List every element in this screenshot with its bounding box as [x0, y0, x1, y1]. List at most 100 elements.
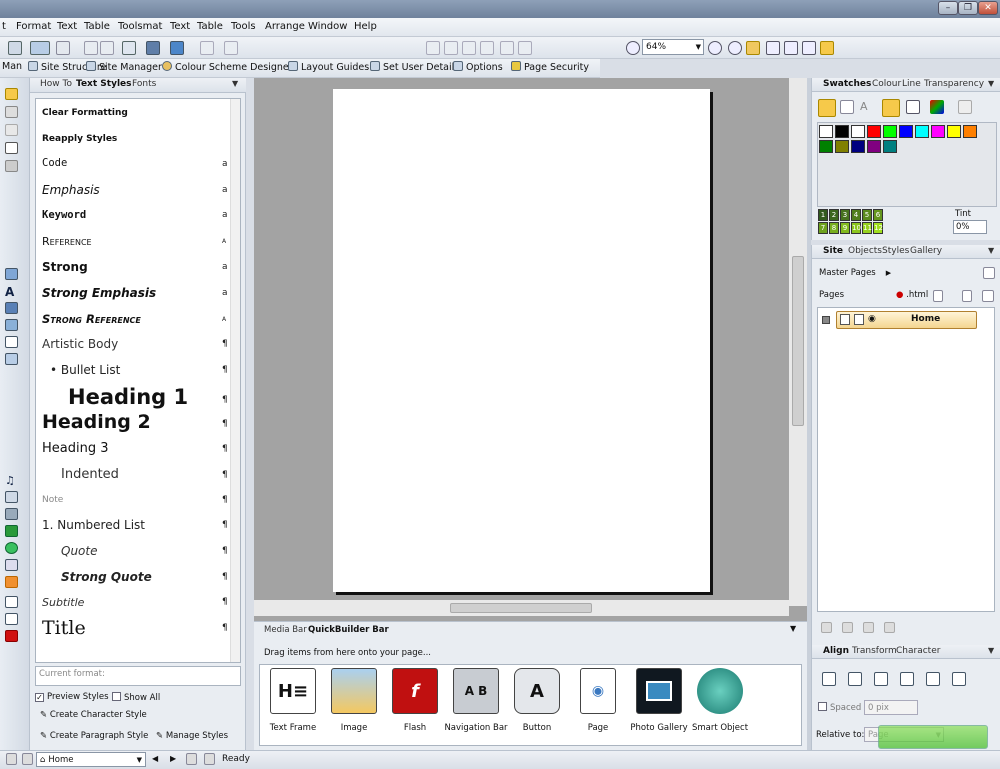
add-master-page-icon[interactable]: [983, 267, 995, 279]
tint-swatch[interactable]: 9: [840, 222, 850, 234]
current-format-field[interactable]: Current format:: [35, 666, 241, 686]
search-icon[interactable]: [5, 559, 18, 571]
show-all-checkbox[interactable]: Show All: [112, 692, 160, 703]
tab-transparency[interactable]: Transparency: [924, 79, 984, 89]
page-action-icon[interactable]: [863, 622, 874, 633]
quickbuilder-item[interactable]: f Flash: [383, 668, 447, 733]
colour-swatch[interactable]: [931, 125, 945, 138]
style-item[interactable]: Clear Formatting: [42, 108, 217, 118]
create-character-style-button[interactable]: ✎ Create Character Style: [40, 710, 147, 720]
group-icon[interactable]: [462, 41, 476, 55]
scroll-thumb[interactable]: [792, 256, 804, 426]
options-button[interactable]: Options: [453, 61, 503, 73]
style-item[interactable]: Reference a: [42, 235, 226, 248]
colour-swatch[interactable]: [819, 125, 833, 138]
cutout-tool-icon[interactable]: [5, 160, 18, 172]
page-layout-icon[interactable]: [186, 753, 197, 765]
zoom-field[interactable]: 64% ▼: [642, 39, 704, 55]
style-item[interactable]: Strong a: [42, 260, 228, 274]
text-tool-icon[interactable]: A: [5, 285, 18, 299]
quickbuilder-item[interactable]: ◉ Page: [566, 668, 630, 733]
restore-button[interactable]: ❐: [958, 1, 978, 15]
site-manager-button[interactable]: Site Manager: [86, 61, 162, 73]
style-item[interactable]: Heading 3 ¶: [42, 441, 228, 456]
text-colour-icon[interactable]: A: [860, 100, 874, 114]
horizontal-scrollbar[interactable]: [254, 600, 789, 616]
colour-swatch[interactable]: [851, 125, 865, 138]
zoom-actual-icon[interactable]: [820, 41, 834, 55]
colour-swatch[interactable]: [851, 140, 865, 153]
quickbuilder-item[interactable]: Photo Gallery: [627, 668, 691, 733]
menu-window[interactable]: Window: [308, 21, 347, 32]
button-tool-icon[interactable]: [5, 302, 18, 314]
master-page-icon[interactable]: [204, 753, 215, 765]
menu-format[interactable]: Format: [16, 21, 51, 32]
page-security-button[interactable]: Page Security: [511, 61, 589, 73]
zoom-out-icon[interactable]: [626, 41, 640, 55]
style-item[interactable]: Subtitle ¶: [42, 596, 228, 609]
page-list-icon[interactable]: [982, 290, 994, 302]
pointer-tool-icon[interactable]: [5, 124, 18, 136]
tint-swatch[interactable]: 8: [829, 222, 839, 234]
rss-icon[interactable]: [5, 576, 18, 588]
copy-icon[interactable]: [56, 41, 70, 55]
tab-objects[interactable]: Objects: [848, 246, 882, 256]
page-properties-icon[interactable]: [962, 290, 972, 302]
crop-tool-icon[interactable]: [5, 142, 18, 154]
record-icon[interactable]: [5, 630, 18, 642]
style-item[interactable]: Code a: [42, 157, 227, 169]
style-item[interactable]: Strong Emphasis a: [42, 286, 228, 300]
quickbuilder-item[interactable]: H≡ Text Frame: [261, 668, 325, 733]
menu-arrange[interactable]: Arrange: [265, 21, 305, 32]
zoom-width-icon[interactable]: [784, 41, 798, 55]
minimize-button[interactable]: –: [938, 1, 958, 15]
quickbuilder-item[interactable]: Smart Object: [688, 668, 752, 733]
menu-text-2[interactable]: Text: [170, 21, 190, 32]
tab-align[interactable]: Align: [823, 646, 849, 656]
panel-menu-icon[interactable]: ▼: [232, 79, 238, 88]
colour-swatch[interactable]: [867, 140, 881, 153]
tint-swatch[interactable]: 7: [818, 222, 828, 234]
panel-menu-icon[interactable]: ▼: [790, 624, 796, 633]
redo-icon[interactable]: [224, 41, 238, 55]
expand-icon[interactable]: [822, 316, 830, 324]
rotate-icon[interactable]: [518, 41, 532, 55]
tab-styles[interactable]: Styles: [882, 246, 909, 256]
quickbuilder-item[interactable]: A B Navigation Bar: [444, 668, 508, 733]
panel-splitter[interactable]: [246, 78, 254, 750]
style-item[interactable]: • Bullet List ¶: [50, 363, 228, 377]
close-button[interactable]: ✕: [978, 1, 998, 15]
preview-styles-checkbox[interactable]: ✓ Preview Styles: [35, 692, 109, 702]
gear-icon[interactable]: [5, 542, 18, 554]
node-tool-icon[interactable]: [5, 106, 18, 118]
set-user-details-button[interactable]: Set User Details: [370, 61, 459, 73]
line-colour-icon[interactable]: [840, 100, 854, 114]
colour-swatch[interactable]: [947, 125, 961, 138]
spaced-checkbox[interactable]: Spaced: [818, 702, 861, 713]
arrange-front-icon[interactable]: [426, 41, 440, 55]
scroll-thumb[interactable]: [450, 603, 592, 613]
style-item[interactable]: Title ¶: [42, 617, 228, 639]
tint-swatch[interactable]: 11: [862, 222, 872, 234]
style-item[interactable]: Strong Quote ¶: [61, 570, 236, 584]
tint-swatch[interactable]: 5: [862, 209, 872, 221]
panel-menu-icon[interactable]: ▼: [988, 79, 994, 88]
colour-swatch[interactable]: [883, 140, 897, 153]
page-action-icon[interactable]: [821, 622, 832, 633]
clipboard-icon[interactable]: [100, 41, 114, 55]
toolbar-stub[interactable]: Man: [2, 61, 22, 72]
html-fragment-icon[interactable]: [5, 613, 18, 625]
align-bottom-icon[interactable]: [848, 672, 862, 686]
paste-icon[interactable]: [84, 41, 98, 55]
layout-guides-button[interactable]: Layout Guides: [288, 61, 369, 73]
menu-table-2[interactable]: Table: [197, 21, 223, 32]
colour-swatch[interactable]: [835, 140, 849, 153]
style-item[interactable]: Emphasis a: [42, 183, 228, 197]
table-tool-icon[interactable]: [5, 491, 18, 503]
tint-field[interactable]: 0%: [953, 220, 987, 234]
add-page-icon[interactable]: [933, 290, 943, 302]
zoom-objects-icon[interactable]: [802, 41, 816, 55]
colour-swatch[interactable]: [819, 140, 833, 153]
flip-icon[interactable]: [500, 41, 514, 55]
menu-text[interactable]: Text: [57, 21, 77, 32]
